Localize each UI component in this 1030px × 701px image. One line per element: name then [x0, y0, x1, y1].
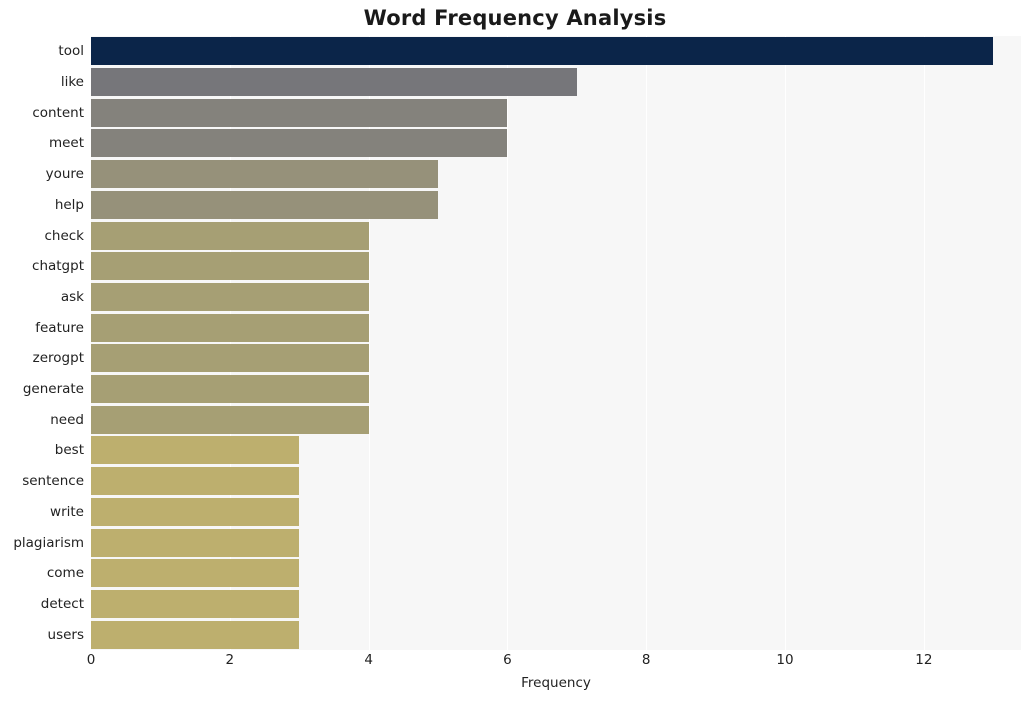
bar	[91, 344, 369, 373]
x-tick-label: 8	[641, 652, 651, 668]
chart-title: Word Frequency Analysis	[363, 6, 667, 30]
gridline	[646, 36, 648, 650]
x-tick-label: 10	[776, 652, 794, 668]
plot-area	[91, 36, 1021, 650]
y-tick-label: check	[44, 227, 84, 244]
bar	[91, 528, 300, 557]
bar	[91, 405, 369, 434]
y-tick-label: come	[46, 565, 84, 582]
bar-row	[91, 190, 1021, 219]
gridline	[785, 36, 787, 650]
bar-row	[91, 160, 1021, 189]
y-tick-label: users	[47, 626, 84, 643]
bar	[91, 190, 438, 219]
x-tick-label: 4	[364, 652, 373, 668]
bar-row	[91, 467, 1021, 496]
bar	[91, 160, 438, 189]
bar-row	[91, 436, 1021, 465]
y-tick-label: generate	[22, 381, 84, 398]
bar	[91, 98, 508, 127]
bar-row	[91, 282, 1021, 311]
bar	[91, 282, 369, 311]
bar-row	[91, 313, 1021, 342]
gridline	[368, 36, 370, 650]
bar	[91, 252, 369, 281]
bar-row	[91, 375, 1021, 404]
y-tick-label: best	[54, 442, 84, 459]
bar-row	[91, 405, 1021, 434]
y-tick-label: need	[50, 411, 84, 428]
bar-row	[91, 589, 1021, 618]
bar-row	[91, 497, 1021, 526]
bar	[91, 37, 994, 66]
bar	[91, 221, 369, 250]
x-axis-title: Frequency	[521, 675, 591, 691]
x-tick-label: 0	[86, 652, 96, 668]
bar	[91, 375, 369, 404]
x-tick-label: 6	[503, 652, 512, 668]
bar-row	[91, 344, 1021, 373]
x-tick-label: 2	[225, 652, 235, 668]
y-tick-label: tool	[58, 43, 84, 60]
y-tick-label: youre	[45, 166, 84, 183]
bar-row	[91, 528, 1021, 557]
bar-row	[91, 68, 1021, 97]
bar-row	[91, 98, 1021, 127]
y-tick-label: meet	[48, 135, 84, 152]
bar	[91, 589, 300, 618]
y-tick-label: ask	[60, 288, 84, 305]
y-tick-label: like	[60, 74, 84, 91]
y-tick-label: detect	[40, 595, 84, 612]
y-axis-tick-labels: tool like content meet youre help check chatgpt…	[0, 36, 84, 650]
bar	[91, 313, 369, 342]
bar	[91, 559, 300, 588]
gridline	[229, 36, 231, 650]
y-tick-label: chatgpt	[32, 258, 84, 275]
y-tick-label: help	[54, 196, 84, 213]
y-tick-label: content	[32, 104, 84, 121]
bar-row	[91, 559, 1021, 588]
bar	[91, 497, 300, 526]
bar-row	[91, 221, 1021, 250]
y-tick-label: write	[50, 503, 84, 520]
y-tick-label: zerogpt	[32, 350, 84, 367]
bar	[91, 129, 508, 158]
word-frequency-chart: Word Frequency Analysis tool like content m…	[0, 0, 1030, 701]
y-tick-label: feature	[35, 319, 84, 336]
bar	[91, 620, 300, 649]
y-tick-label: sentence	[22, 473, 84, 490]
gridline	[923, 36, 925, 650]
y-tick-label: plagiarism	[13, 534, 84, 551]
gridline	[507, 36, 509, 650]
bar	[91, 436, 300, 465]
x-axis-tick-labels: 0 2 4 6 8 10 12	[87, 652, 1021, 674]
bar	[91, 68, 577, 97]
bar-row	[91, 129, 1021, 158]
bar	[91, 467, 300, 496]
bar-row	[91, 252, 1021, 281]
x-tick-label: 12	[915, 652, 933, 668]
bar-row	[91, 37, 1021, 66]
bar-row	[91, 620, 1021, 649]
